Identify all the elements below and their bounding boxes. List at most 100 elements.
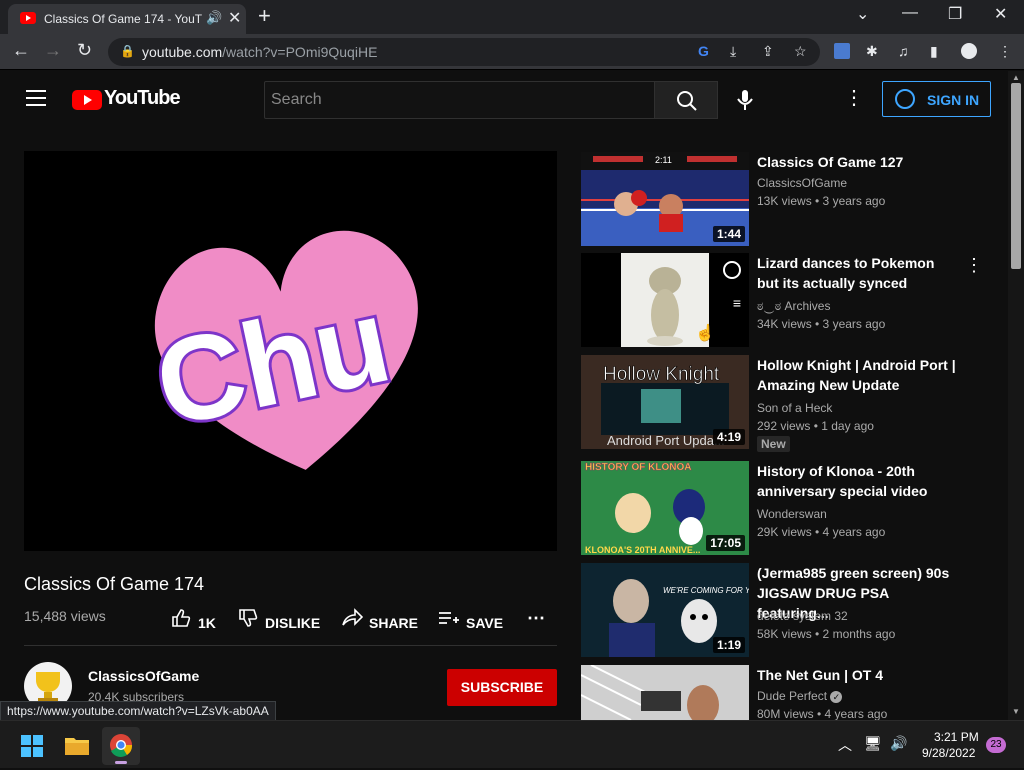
windows-start-icon[interactable] (21, 735, 43, 757)
video-thumbnail[interactable]: ≡ ☝ (581, 253, 749, 347)
thumbs-up-icon (172, 609, 191, 627)
recommendation-title[interactable]: History of Klonoa - 20th anniversary spe… (757, 461, 957, 501)
save-button[interactable]: SAVE (438, 608, 503, 631)
youtube-logo-icon[interactable] (72, 90, 102, 110)
recommendation-title[interactable]: Classics Of Game 127 (757, 152, 957, 172)
browser-tab-strip: Classics Of Game 174 - YouTube 🔊 ✕ + ⌄ —… (0, 0, 1024, 34)
profile-avatar-icon[interactable] (961, 43, 977, 59)
thumb-timer: 2:11 (655, 155, 672, 165)
minimize-button[interactable]: — (902, 4, 918, 22)
video-player[interactable]: Chu (24, 151, 557, 551)
reload-button[interactable]: ↻ (77, 40, 92, 61)
video-thumbnail[interactable]: Hollow Knight Android Port Upda... 4:19 (581, 355, 749, 449)
recommendation-item[interactable]: Hollow Knight Android Port Upda... 4:19 … (581, 355, 991, 452)
recommendation-title[interactable]: Hollow Knight | Android Port | Amazing N… (757, 355, 957, 395)
recommendation-title[interactable]: Lizard dances to Pokemon but its actuall… (757, 253, 957, 293)
recommendation-channel[interactable]: ಠ‿ಠ Archives (757, 299, 830, 314)
video-duration: 17:05 (706, 535, 745, 551)
google-lens-icon[interactable]: G (698, 43, 709, 59)
youtube-header: YouTube ⋮ SIGN IN (0, 71, 1008, 127)
search-input[interactable] (264, 81, 655, 119)
recommendation-meta: 34K views • 3 years ago (757, 317, 886, 331)
volume-icon[interactable]: 🔊 (890, 735, 907, 752)
thumb-subtitle-text: KLONOA'S 20TH ANNIVE... (585, 545, 700, 555)
video-thumbnail[interactable] (581, 665, 749, 720)
channel-name[interactable]: ClassicsOfGame (88, 668, 199, 684)
scroll-down-arrow-icon[interactable]: ▼ (1012, 707, 1020, 716)
video-thumbnail[interactable]: 2:11 1:44 (581, 152, 749, 246)
share-icon[interactable]: ⇪ (762, 43, 774, 60)
recommendation-item[interactable]: HISTORY OF KLONOA KLONOA'S 20TH ANNIVE..… (581, 461, 991, 555)
watch-later-clock-icon[interactable] (723, 261, 741, 279)
clock-time[interactable]: 3:21 PM (934, 730, 979, 744)
close-window-button[interactable]: ✕ (994, 4, 1007, 24)
tab-title: Classics Of Game 174 - YouTube (44, 12, 202, 26)
lock-icon[interactable]: 🔒 (120, 44, 135, 58)
add-to-queue-icon[interactable]: ≡ (733, 295, 741, 311)
recommendation-menu-icon[interactable]: ⋮ (965, 255, 983, 276)
youtube-logo-text[interactable]: YouTube (104, 87, 181, 110)
address-bar[interactable]: 🔒 youtube.com/watch?v=POmi9QuqiHE G ⤓ ⇪ … (108, 38, 820, 66)
like-button[interactable]: 1K (170, 608, 216, 631)
tab-search-chevron-icon[interactable]: ⌄ (856, 4, 869, 24)
recommendation-channel[interactable]: Dude Perfect ✓ (757, 689, 843, 703)
recommendation-channel[interactable]: Wonderswan (757, 507, 827, 521)
recommendation-title[interactable]: The Net Gun | OT 4 (757, 665, 957, 685)
install-app-icon[interactable]: ⤓ (730, 43, 736, 60)
speaker-icon[interactable]: 🔊 (206, 10, 222, 26)
recommendation-channel[interactable]: Son of a Heck (757, 401, 832, 415)
search-button[interactable] (654, 81, 718, 119)
thumb-caption-text: WE'RE COMING FOR YOU (663, 586, 749, 595)
voice-search-button[interactable] (728, 83, 762, 117)
browser-menu-icon[interactable]: ⋮ (998, 43, 1012, 60)
restore-button[interactable]: ❐ (948, 4, 962, 24)
recommendation-channel[interactable]: delete system 32 (757, 609, 848, 623)
subscribe-button[interactable]: SUBSCRIBE (447, 669, 557, 706)
extensions-puzzle-icon[interactable]: ✱ (866, 43, 878, 60)
divider (24, 645, 557, 646)
video-duration: 1:19 (712, 637, 745, 653)
thumb-title-text: HISTORY OF KLONOA (585, 462, 692, 473)
notification-badge[interactable]: 23 (986, 737, 1006, 753)
recommendation-item[interactable]: WE'RE COMING FOR YOU 1:19 (Jerma985 gree… (581, 563, 991, 657)
video-title: Classics Of Game 174 (24, 574, 205, 594)
microphone-icon (737, 90, 753, 110)
video-thumbnail[interactable]: HISTORY OF KLONOA KLONOA'S 20TH ANNIVE..… (581, 461, 749, 555)
link-status-bubble: https://www.youtube.com/watch?v=LZsVk-ab… (0, 701, 276, 721)
video-more-actions-icon[interactable]: ⋯ (527, 608, 545, 630)
tab-close-icon[interactable]: ✕ (228, 8, 241, 28)
recommendation-item[interactable]: The Net Gun | OT 4 Dude Perfect ✓ 80M vi… (581, 665, 991, 720)
hamburger-menu-icon[interactable] (26, 90, 46, 106)
scrollbar-thumb[interactable] (1011, 83, 1021, 269)
recommendation-item[interactable]: ≡ ☝ Lizard dances to Pokemon but its act… (581, 253, 991, 347)
side-panel-icon[interactable]: ▮ (930, 43, 938, 60)
more-options-icon[interactable]: ⋮ (844, 85, 864, 110)
new-badge: New (757, 436, 790, 452)
thumb-subtitle-text: Android Port Upda... (607, 433, 725, 448)
file-explorer-icon[interactable] (65, 735, 89, 755)
browser-tab[interactable]: Classics Of Game 174 - YouTube 🔊 ✕ (8, 4, 246, 34)
sign-in-button[interactable]: SIGN IN (882, 81, 991, 117)
new-tab-button[interactable]: + (258, 3, 271, 29)
windows-taskbar: ︿ 🖥 🔊 3:21 PM 9/28/2022 23 (0, 720, 1024, 768)
mouse-cursor-icon: ☝ (695, 325, 715, 342)
extension-icon[interactable] (834, 43, 850, 59)
clock-date[interactable]: 9/28/2022 (922, 746, 975, 760)
recommendation-item[interactable]: 2:11 1:44 Classics Of Game 127 ClassicsO… (581, 152, 991, 246)
network-icon[interactable]: 🖥 (864, 735, 882, 752)
forward-button[interactable]: → (44, 40, 62, 61)
url-text[interactable]: youtube.com/watch?v=POmi9QuqiHE (142, 44, 377, 60)
media-queue-icon[interactable]: ♫ (898, 43, 909, 59)
video-thumbnail[interactable]: WE'RE COMING FOR YOU 1:19 (581, 563, 749, 657)
bookmark-star-icon[interactable]: ☆ (794, 43, 807, 60)
chrome-taskbar-button[interactable] (102, 727, 140, 765)
chevron-up-icon[interactable]: ︿ (838, 735, 852, 755)
dislike-button[interactable]: DISLIKE (237, 608, 320, 631)
share-button[interactable]: SHARE (341, 608, 418, 631)
back-button[interactable]: ← (12, 40, 30, 61)
page-scrollbar[interactable]: ▲ ▼ (1008, 71, 1024, 720)
recommendation-meta: 13K views • 3 years ago (757, 194, 886, 208)
scroll-up-arrow-icon[interactable]: ▲ (1012, 73, 1020, 82)
recommendation-channel[interactable]: ClassicsOfGame (757, 176, 847, 190)
browser-toolbar: ← → ↻ 🔒 youtube.com/watch?v=POmi9QuqiHE … (0, 34, 1024, 98)
